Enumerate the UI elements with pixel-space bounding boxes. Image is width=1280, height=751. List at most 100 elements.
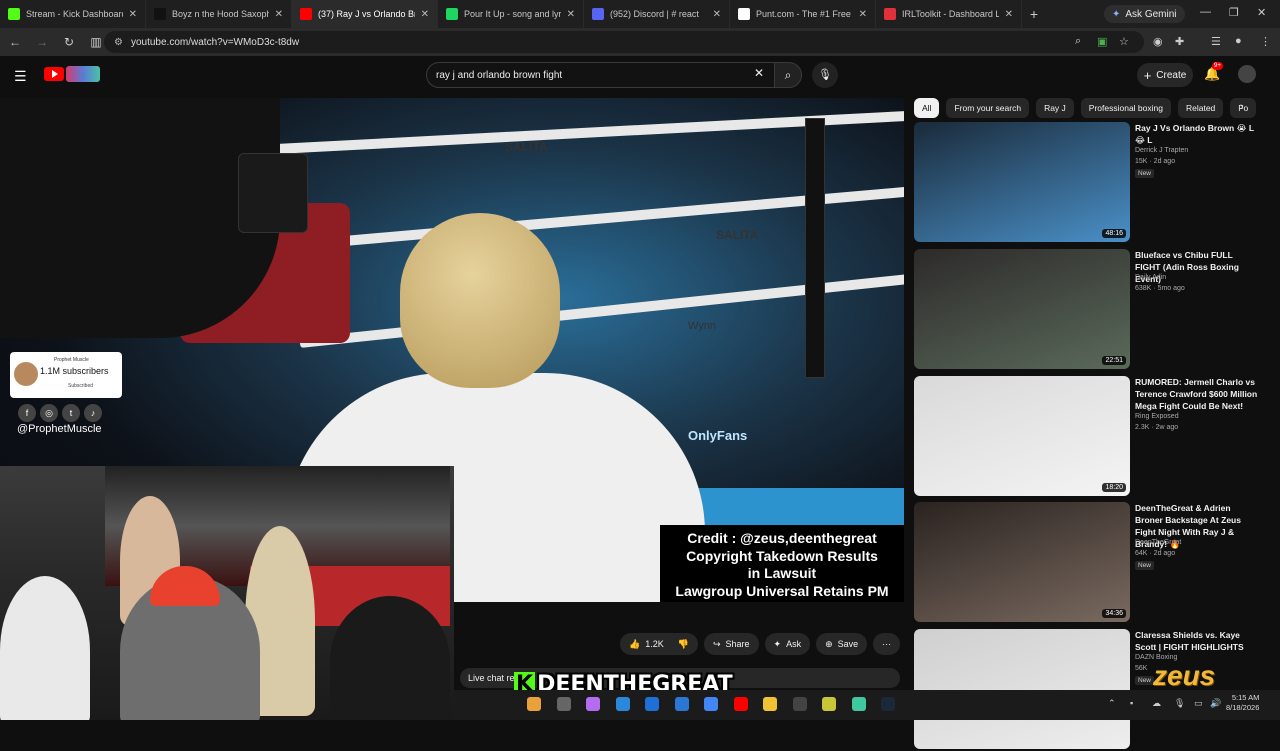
mail-icon[interactable] (674, 697, 689, 711)
extension-icon[interactable]: ▣ (1097, 35, 1107, 48)
copilot-icon[interactable] (586, 697, 600, 711)
back-icon[interactable]: ← (3, 35, 27, 49)
tray-cloud-icon[interactable]: ☁ (1152, 698, 1161, 709)
taskbar-clock[interactable]: 5:15 AM 8/18/2026 (1226, 693, 1259, 713)
store-icon[interactable] (645, 697, 659, 711)
channel-name[interactable]: Daily Adin (1135, 274, 1166, 281)
browser-tab[interactable]: IRLToolkit - Dashboard Log ✕ (876, 0, 1022, 28)
camera (238, 153, 308, 233)
webcam-person-3 (0, 576, 90, 720)
close-window-icon[interactable]: ✕ (1257, 6, 1266, 19)
forward-icon[interactable]: → (30, 35, 54, 49)
chip-4[interactable]: Related (1177, 98, 1224, 118)
chip-1[interactable]: From your search (946, 98, 1030, 118)
tray-mic-icon[interactable]: 🎙 (1174, 698, 1185, 709)
tab-favicon-icon (884, 8, 896, 20)
chip-3[interactable]: Professional boxing (1080, 98, 1171, 118)
recommended-video[interactable]: 22:51 Blueface vs Chibu FULL FIGHT (Adin… (914, 249, 1260, 371)
close-tab-icon[interactable]: ✕ (859, 9, 867, 20)
browser-tab[interactable]: Boyz n the Hood Saxophone ✕ (146, 0, 292, 28)
address-bar-row: ← → ↻ ▥ ⚙ youtube.com/watch?v=WMoD3c-t8d… (0, 28, 1280, 56)
video-thumbnail[interactable]: 34:36 (914, 502, 1130, 622)
url-field[interactable]: ⚙ youtube.com/watch?v=WMoD3c-t8dw (104, 31, 1144, 53)
site-info-icon[interactable]: ⚙ (114, 37, 123, 48)
tray-chevron-icon[interactable]: ⌃ (1108, 698, 1116, 709)
explorer-app-icon[interactable] (527, 697, 541, 711)
video-title[interactable]: Claressa Shields vs. Kaye Scott | FIGHT … (1135, 629, 1260, 653)
task-view-icon[interactable] (556, 697, 571, 711)
profile-extension-icon[interactable]: ◉ (1153, 35, 1163, 48)
browser-tab[interactable]: (37) Ray J vs Orlando Br ✕ (292, 0, 438, 28)
mic-icon: 🎙 (818, 69, 832, 81)
chevron-right-icon[interactable]: › (1240, 101, 1244, 113)
youtube-doodle-icon[interactable] (66, 66, 100, 82)
folder-icon[interactable] (763, 697, 777, 711)
tray-network-icon[interactable]: ▭ (1194, 698, 1203, 709)
video-thumbnail[interactable]: 18:20 (914, 376, 1130, 496)
edge-icon[interactable] (615, 697, 630, 711)
chip-2[interactable]: Ray J (1036, 98, 1074, 118)
close-tab-icon[interactable]: ✕ (713, 9, 721, 20)
recommended-video[interactable]: 48:16 Ray J Vs Orlando Brown 😭 L 😂 L Der… (914, 122, 1260, 244)
clear-search-icon[interactable]: ✕ (754, 66, 764, 80)
close-tab-icon[interactable]: ✕ (275, 9, 283, 20)
account-avatar[interactable] (1238, 65, 1256, 83)
profile-avatar-icon[interactable]: ● (1235, 35, 1242, 47)
steam-icon[interactable] (881, 697, 895, 711)
search-button[interactable]: ⌕ (774, 62, 802, 88)
new-tab-button[interactable]: + (1022, 6, 1046, 22)
bookmark-star-icon[interactable]: ☆ (1119, 35, 1129, 48)
create-button[interactable]: + Create (1137, 63, 1193, 87)
close-tab-icon[interactable]: ✕ (1005, 9, 1013, 20)
youtube-logo-icon[interactable] (44, 67, 64, 81)
video-title[interactable]: Ray J Vs Orlando Brown 😭 L 😂 L (1135, 122, 1260, 146)
video-thumbnail[interactable]: 22:51 (914, 249, 1130, 369)
share-button[interactable]: ↪ Share (703, 633, 759, 655)
video-title[interactable]: RUMORED: Jermell Charlo vs Terence Crawf… (1135, 376, 1260, 412)
tray-app-icon[interactable]: ▪ (1130, 698, 1133, 708)
close-tab-icon[interactable]: ✕ (421, 9, 429, 20)
dislike-icon[interactable]: 👎 (678, 639, 689, 650)
tab-favicon-icon (300, 8, 312, 20)
obs-icon[interactable] (792, 697, 807, 711)
duration-badge: 18:20 (1102, 483, 1126, 492)
close-tab-icon[interactable]: ✕ (129, 9, 137, 20)
browser-tab[interactable]: Pour It Up - song and lyrics ✕ (438, 0, 584, 28)
browser-tab[interactable]: Punt.com - The #1 Free to P ✕ (730, 0, 876, 28)
video-thumbnail[interactable] (914, 629, 1130, 749)
maximize-icon[interactable]: ❐ (1229, 6, 1239, 19)
tray-volume-icon[interactable]: 🔊 (1210, 698, 1221, 709)
search-input[interactable]: ray j and orlando brown fight (426, 62, 776, 88)
save-button[interactable]: ⊕ Save (816, 633, 868, 655)
browser-tab[interactable]: Stream - Kick Dashboard ✕ (0, 0, 146, 28)
new-badge: New (1135, 676, 1155, 685)
youtube-app-icon[interactable] (733, 697, 748, 711)
video-meta: 15K · 2d ago (1135, 158, 1176, 165)
channel-name[interactable]: Derrick J Trapten (1135, 147, 1188, 154)
browser-tabbar: Stream - Kick Dashboard ✕ Boyz n the Hoo… (0, 0, 1280, 28)
channel-name[interactable]: Ring Exposed (1135, 413, 1179, 420)
recommended-video[interactable]: 34:36 DeenTheGreat & Adrien Broner Backs… (914, 502, 1260, 624)
duration-badge: 34:36 (1102, 609, 1126, 618)
reload-icon[interactable]: ↻ (57, 35, 81, 49)
more-actions-button[interactable]: ··· (873, 633, 901, 655)
video-thumbnail[interactable]: 48:16 (914, 122, 1130, 242)
norton-icon[interactable] (822, 697, 836, 711)
ask-gemini-button[interactable]: ✦ Ask Gemini (1104, 5, 1185, 23)
browser-tab[interactable]: (952) Discord | # react ✕ (584, 0, 730, 28)
reading-list-icon[interactable]: ☰ (1211, 35, 1221, 48)
minimize-icon[interactable]: — (1200, 6, 1211, 18)
like-button[interactable]: 👍 1.2K 👎 (620, 633, 698, 655)
zoom-icon[interactable]: ⌕ (1075, 35, 1081, 48)
menu-icon[interactable]: ☰ (14, 68, 27, 85)
chrome-icon[interactable] (704, 697, 718, 711)
channel-name[interactable]: DeenTheGreat (1135, 539, 1181, 546)
recommended-video[interactable]: 18:20 RUMORED: Jermell Charlo vs Terence… (914, 376, 1260, 498)
app-icon[interactable] (851, 697, 866, 711)
close-tab-icon[interactable]: ✕ (567, 9, 575, 20)
voice-search-button[interactable]: 🎙 (812, 62, 838, 88)
ask-button[interactable]: ✦ Ask (764, 633, 811, 655)
browser-menu-icon[interactable]: ⋮ (1260, 35, 1271, 48)
puzzle-icon[interactable]: ✚ (1175, 35, 1184, 48)
chip-0[interactable]: All (914, 98, 940, 118)
